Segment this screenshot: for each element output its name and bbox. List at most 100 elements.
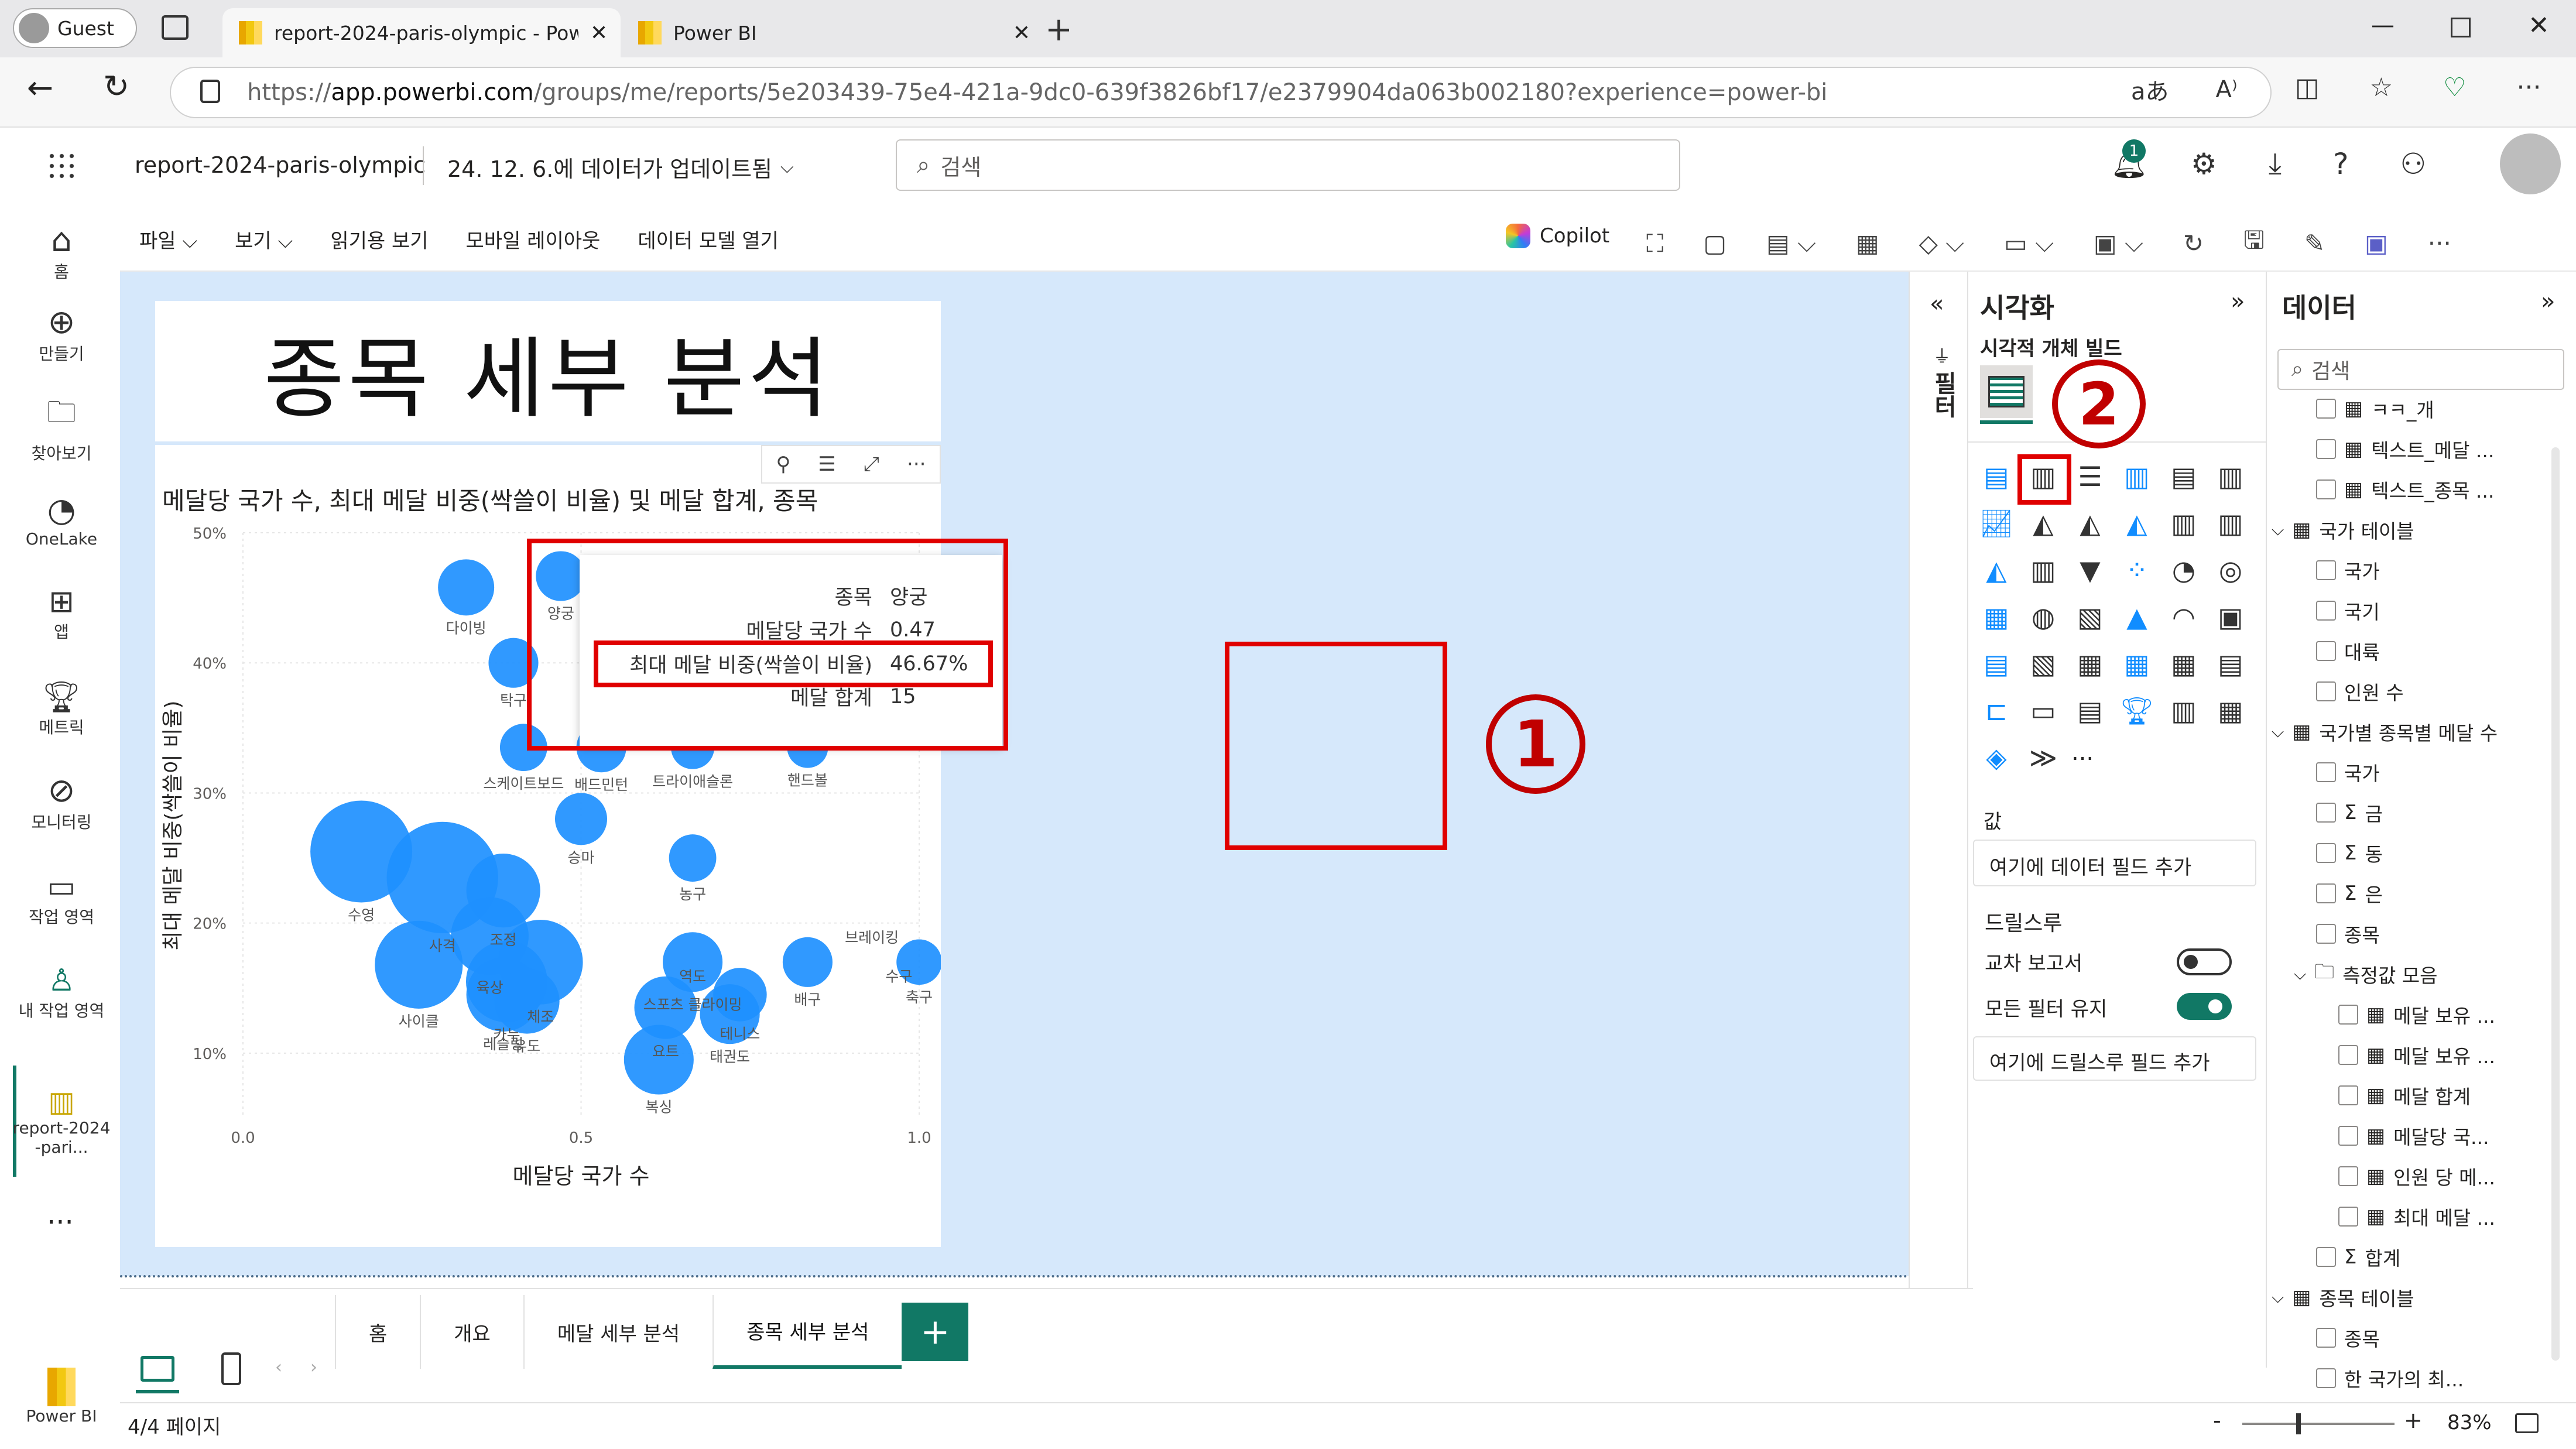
data-field-item[interactable]: Σ금 bbox=[2316, 795, 2383, 830]
restore-icon[interactable] bbox=[2451, 18, 2471, 37]
viz-type-icon[interactable]: ▥ bbox=[2118, 458, 2156, 495]
drillthrough-drop-zone[interactable]: 여기에 드릴스루 필드 추가 bbox=[1973, 1036, 2256, 1081]
zoom-plus[interactable]: + bbox=[2404, 1407, 2423, 1433]
viz-type-icon[interactable]: ▥ bbox=[2165, 692, 2202, 729]
values-drop-zone[interactable]: 여기에 데이터 필드 추가 bbox=[1973, 840, 2256, 886]
add-page-button[interactable]: + bbox=[902, 1303, 969, 1361]
viz-type-icon[interactable]: ◭ bbox=[2118, 505, 2156, 542]
mobile-layout-button[interactable]: 모바일 레이아웃 bbox=[466, 225, 601, 254]
field-checkbox[interactable] bbox=[2338, 1207, 2358, 1227]
binoculars-icon[interactable]: ⛶ bbox=[1646, 229, 1663, 258]
data-field-item[interactable]: ▦ 메달 보유 ... bbox=[2338, 1037, 2495, 1073]
viz-type-icon[interactable]: ▦ bbox=[1978, 598, 2015, 636]
data-search-input[interactable]: ⌕ 검색 bbox=[2277, 349, 2564, 390]
viz-type-icon[interactable]: ◍ bbox=[2025, 598, 2062, 636]
present-icon[interactable]: ▭ ⌵ bbox=[2004, 229, 2054, 258]
text-box-icon[interactable]: ▤ ⌵ bbox=[1766, 229, 1816, 258]
keep-filters-toggle[interactable] bbox=[2177, 993, 2232, 1020]
refresh-icon[interactable]: ↻ bbox=[103, 68, 129, 105]
nav-my-workspace[interactable]: ♙ 내 작업 영역 bbox=[0, 951, 123, 1033]
download-icon[interactable]: ⤓ bbox=[2269, 146, 2282, 181]
field-checkbox[interactable] bbox=[2338, 1126, 2358, 1146]
page-icon[interactable]: ▦ bbox=[1856, 229, 1879, 258]
nav-current-report[interactable]: ▥ report-2024-pari... bbox=[0, 1066, 123, 1177]
viz-type-icon[interactable]: ▼ bbox=[2071, 551, 2109, 589]
data-field-item[interactable]: ▦ 최대 메달 ... bbox=[2338, 1199, 2495, 1234]
viz-type-icon[interactable]: ▤ bbox=[1978, 458, 2015, 495]
nav-create[interactable]: ⊕ 만들기 bbox=[0, 293, 123, 375]
powerbi-home-logo[interactable]: Power BI bbox=[0, 1352, 123, 1440]
more-nav-icon[interactable]: ··· bbox=[47, 1206, 74, 1239]
fit-page-icon[interactable] bbox=[2515, 1413, 2539, 1433]
field-checkbox[interactable] bbox=[2316, 439, 2336, 459]
data-table-node[interactable]: ⌵ 🗀︎ 측정값 모음 bbox=[2294, 957, 2438, 992]
viz-type-icon[interactable]: ◭ bbox=[2025, 505, 2062, 542]
user-avatar[interactable] bbox=[2500, 133, 2561, 194]
viz-type-icon[interactable]: ◔ bbox=[2165, 551, 2202, 589]
data-field-item[interactable]: ▦ 메달 보유 ... bbox=[2338, 997, 2495, 1032]
teams-icon[interactable]: ▣ bbox=[2365, 229, 2388, 258]
field-checkbox[interactable] bbox=[2316, 641, 2336, 661]
data-field-item[interactable]: ▦ ㅋㅋ_개 bbox=[2316, 391, 2434, 426]
data-field-item[interactable]: 인원 수 bbox=[2316, 674, 2404, 709]
data-field-item[interactable]: ▦ 메달당 국... bbox=[2338, 1118, 2489, 1153]
viz-type-icon[interactable]: ▥ bbox=[2212, 505, 2249, 542]
nav-monitoring[interactable]: ⊘ 모니터링 bbox=[0, 761, 123, 843]
cross-report-toggle[interactable] bbox=[2177, 948, 2232, 975]
app-launcher-icon[interactable] bbox=[47, 151, 77, 181]
nav-home[interactable]: ⌂ 홈 bbox=[0, 211, 123, 293]
collapse-data-icon[interactable]: » bbox=[2541, 288, 2555, 315]
field-checkbox[interactable] bbox=[2316, 479, 2336, 499]
open-data-model-button[interactable]: 데이터 모델 열기 bbox=[638, 225, 779, 254]
mobile-layout-icon[interactable] bbox=[221, 1352, 241, 1385]
help-icon[interactable]: ? bbox=[2333, 147, 2349, 181]
save-icon[interactable]: 🖫︎ bbox=[2243, 222, 2265, 264]
pin-icon[interactable]: ✎ bbox=[2304, 229, 2325, 258]
chevron-down-icon[interactable]: ⌵ bbox=[2272, 722, 2284, 742]
tab-actions-icon[interactable] bbox=[162, 15, 189, 40]
reading-view-button[interactable]: 읽기용 보기 bbox=[330, 225, 428, 254]
data-table-node[interactable]: ⌵ ▦ 종목 테이블 bbox=[2272, 1280, 2414, 1315]
ribbon-more-icon[interactable]: ··· bbox=[2428, 229, 2451, 258]
share-icon[interactable]: ⚇ bbox=[2400, 147, 2426, 181]
viz-type-icon[interactable]: ☰ bbox=[2071, 458, 2109, 495]
viz-type-icon[interactable]: ▣ bbox=[2212, 598, 2249, 636]
viz-type-icon[interactable]: ▥ bbox=[2212, 458, 2249, 495]
new-tab-button[interactable]: + bbox=[1045, 11, 1073, 49]
viz-type-icon[interactable]: ▲ bbox=[2118, 598, 2156, 636]
viz-type-icon[interactable]: ≫ bbox=[2025, 739, 2062, 776]
field-checkbox[interactable] bbox=[2338, 1085, 2358, 1105]
data-field-item[interactable]: Σ동 bbox=[2316, 835, 2383, 871]
shapes-icon[interactable]: ◇ ⌵ bbox=[1919, 229, 1965, 258]
chevron-down-icon[interactable]: ⌵ bbox=[2272, 520, 2284, 540]
nav-metrics[interactable]: 🏆︎ 메트릭 bbox=[0, 667, 123, 749]
browser-tab-powerbi[interactable]: Power BI ✕ bbox=[626, 8, 1030, 57]
viz-type-icon[interactable]: ▦ bbox=[2071, 645, 2109, 683]
field-checkbox[interactable] bbox=[2316, 681, 2336, 701]
minimize-icon[interactable]: — bbox=[2371, 12, 2395, 39]
viz-type-icon[interactable]: ▦ bbox=[2165, 645, 2202, 683]
more-icon[interactable]: ··· bbox=[2516, 73, 2541, 102]
data-field-item[interactable]: ▦ 텍스트_종목 ... bbox=[2316, 472, 2494, 507]
viz-type-icon[interactable]: ▦ bbox=[2118, 645, 2156, 683]
address-bar[interactable]: https://app.powerbi.com/groups/me/report… bbox=[170, 67, 2272, 118]
data-point[interactable] bbox=[782, 937, 833, 987]
viz-type-icon[interactable]: ◎ bbox=[2212, 551, 2249, 589]
data-point[interactable] bbox=[554, 793, 608, 845]
close-window-icon[interactable]: ✕ bbox=[2528, 11, 2550, 40]
file-menu[interactable]: 파일 ⌵ bbox=[139, 225, 197, 254]
viz-type-icon[interactable]: ▤ bbox=[2071, 692, 2109, 729]
nav-workspaces[interactable]: ▭ 작업 영역 bbox=[0, 858, 123, 940]
favorites-icon[interactable]: ☆ bbox=[2370, 73, 2393, 102]
field-checkbox[interactable] bbox=[2338, 1045, 2358, 1065]
data-field-item[interactable]: ▦ 텍스트_메달 ... bbox=[2316, 431, 2494, 467]
data-table-node[interactable]: ⌵ ▦ 국가 테이블 bbox=[2272, 512, 2414, 547]
data-field-item[interactable]: Σ 합계 bbox=[2316, 1239, 2400, 1275]
settings-icon[interactable]: ⚙ bbox=[2191, 147, 2217, 181]
nav-onelake[interactable]: ◔ OneLake bbox=[0, 479, 123, 561]
collapse-viz-icon[interactable]: » bbox=[2231, 288, 2245, 315]
next-page-icon[interactable]: › bbox=[310, 1357, 317, 1378]
comment-icon[interactable]: ▢ bbox=[1703, 229, 1727, 258]
data-field-item[interactable]: 종목 bbox=[2316, 1320, 2380, 1355]
filters-collapsed-strip[interactable]: « ⏚ 필터 bbox=[1909, 272, 1967, 1288]
